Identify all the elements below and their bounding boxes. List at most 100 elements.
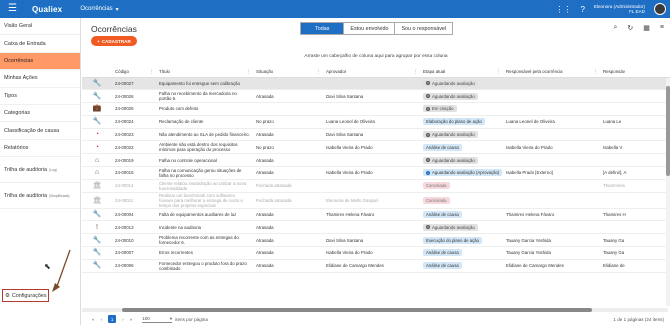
column-header-aprovador[interactable]: Aprovador ⋮ bbox=[323, 66, 420, 78]
table-row[interactable]: 🏛 24-00014 Cliente relatou insatisfação ao… bbox=[82, 179, 670, 193]
chevron-down-icon: ▾ bbox=[169, 315, 173, 321]
table-row[interactable]: 🔧 24-00007 Erros recorrentes Atrasada Isabel… bbox=[82, 246, 670, 260]
configuracoes-button[interactable]: ⚙ Configurações bbox=[2, 289, 49, 302]
table-row[interactable]: 🔧 24-00010 Problema recorrente com as entr… bbox=[82, 233, 670, 248]
calendar-icon[interactable]: ▦ bbox=[643, 24, 650, 32]
cell-approver: Isabella Vieira do Prado bbox=[323, 246, 420, 260]
horizontal-scrollbar[interactable] bbox=[82, 308, 668, 312]
column-header-responsavel[interactable]: Responsável pela ocorrência ⋮ bbox=[503, 66, 600, 78]
gear-icon: ⚙ bbox=[5, 292, 10, 299]
cell-code: 24-00010 bbox=[112, 233, 156, 248]
page-number-button[interactable]: 1 bbox=[108, 315, 117, 323]
table-row[interactable]: ◔ 24-00023 Não atendimento ao SLA de pedid… bbox=[82, 128, 670, 142]
cell-code: 24-00014 bbox=[112, 179, 156, 193]
user-org: FL EAD bbox=[629, 9, 645, 14]
filter-tabs: Todas Estou envolvido Sou o responsável bbox=[300, 22, 454, 35]
search-icon[interactable]: ⌕ bbox=[613, 24, 617, 32]
cell-responsible-2: Tauany Ga bbox=[600, 233, 670, 248]
page-title: Ocorrências bbox=[91, 24, 137, 34]
cell-code: 24-00011 bbox=[112, 192, 156, 209]
cell-responsible: Isabella Vieira do Prado bbox=[503, 140, 600, 155]
table-row[interactable]: ⌂ 24-00015 Falha na comunicação gerou situ… bbox=[82, 166, 670, 180]
cell-responsible-2 bbox=[600, 220, 670, 235]
vertical-scrollbar[interactable] bbox=[666, 78, 670, 306]
cell-approver: Thamires Helena Fávaro bbox=[323, 208, 420, 222]
cell-situation: Atrasada bbox=[253, 208, 323, 222]
apps-grid-icon[interactable]: ⋮⋮ bbox=[555, 5, 571, 14]
plus-icon: + bbox=[97, 38, 100, 44]
filter-icon[interactable]: ≡ bbox=[660, 24, 664, 32]
table-row[interactable]: 💼 24-00025 Produto com defeito ⏱ Em criação bbox=[82, 102, 670, 116]
group-panel-hint[interactable]: Arraste um cabeçalho de coluna aqui para… bbox=[82, 54, 670, 59]
cell-situation: Atrasada bbox=[253, 166, 323, 180]
tab-estou-envolvido[interactable]: Estou envolvido bbox=[344, 23, 396, 34]
cell-code: 24-00025 bbox=[112, 102, 156, 116]
cell-title: Falha no controle operacional bbox=[156, 153, 253, 168]
table-row[interactable]: 🔧 24-00024 Reclamação de cliente No prazo Lu… bbox=[82, 115, 670, 129]
column-header-situacao[interactable]: Situação ⋮ bbox=[253, 66, 323, 78]
table-row[interactable]: ⌂ 24-00019 Falha no controle operacional At… bbox=[82, 153, 670, 168]
table-row[interactable]: ! 24-00013 Incidente na auditoria Atrasada ⏱… bbox=[82, 220, 670, 235]
prev-page-icon[interactable]: ‹ bbox=[101, 317, 103, 322]
home-icon: ⌂ bbox=[82, 153, 112, 168]
column-header-etapa[interactable]: Etapa atual ⋮ bbox=[420, 66, 503, 78]
cell-situation: No prazo bbox=[253, 140, 323, 155]
chevron-down-icon: ▾ bbox=[115, 6, 119, 13]
bank-icon: 🏛 bbox=[82, 192, 112, 209]
cell-responsible: Elidiane de Camargo Mendes bbox=[503, 259, 600, 273]
cell-responsible-2: Tauany Ga bbox=[600, 246, 670, 260]
table-row[interactable]: 🏛 24-00011 Realizar um benchmark com softw… bbox=[82, 192, 670, 209]
cell-approver: Davi Silva Santana bbox=[323, 89, 420, 104]
cell-stage: ⏱ Aguardando avaliação bbox=[420, 89, 503, 104]
scrollbar-thumb[interactable] bbox=[122, 308, 592, 312]
top-bar: ☰ Qualiex Ocorrências ▾ ⋮⋮ ? Eleonora (A… bbox=[0, 0, 670, 18]
cell-title: Incidente na auditoria bbox=[156, 220, 253, 235]
cell-responsible-2: Luana Le bbox=[600, 115, 670, 129]
tab-todas[interactable]: Todas bbox=[301, 23, 345, 34]
scrollbar-thumb[interactable] bbox=[666, 86, 670, 176]
wrench-icon: 🔧 bbox=[82, 259, 112, 273]
cell-responsible: Thamires Helena Fávaro bbox=[503, 208, 600, 222]
column-header-responsavel-2[interactable]: Responsáv bbox=[600, 66, 670, 78]
cell-code: 24-00015 bbox=[112, 166, 156, 180]
refresh-icon[interactable]: ↻ bbox=[627, 24, 633, 32]
avatar[interactable] bbox=[654, 3, 666, 15]
help-icon[interactable]: ? bbox=[580, 5, 584, 14]
table-row[interactable]: 🔧 24-00004 Falta de equipamentos auxiliare… bbox=[82, 208, 670, 222]
cell-responsible-2: Elidiane de bbox=[600, 259, 670, 273]
table-row[interactable]: ◔ 24-00022 Ambiente não está dentro dos re… bbox=[82, 140, 670, 155]
cadastrar-button[interactable]: + CADASTRAR bbox=[91, 36, 137, 46]
page-size-select[interactable]: 100 ▾ bbox=[142, 315, 173, 323]
info-icon: i bbox=[426, 170, 430, 175]
cell-title: Erros recorrentes bbox=[156, 246, 253, 260]
cadastrar-label: CADASTRAR bbox=[101, 38, 131, 44]
cell-code: 24-00013 bbox=[112, 220, 156, 235]
table-row[interactable]: 🔧 24-00027 Equipamento foi entregue sem ca… bbox=[82, 77, 670, 91]
status-badge: Análise de causa bbox=[423, 143, 462, 151]
status-badge: Elaboração do plano de ação bbox=[423, 118, 485, 126]
cell-responsible: Isabella Prado [Externo] bbox=[503, 166, 600, 180]
table-row[interactable]: 🔧 24-00026 Falha no recebimento da mercado… bbox=[82, 89, 670, 104]
cell-responsible-2 bbox=[600, 192, 670, 209]
cell-stage: Análise de causa bbox=[420, 208, 503, 222]
tab-sou-responsavel[interactable]: Sou o responsável bbox=[395, 23, 453, 34]
configuracoes-label: Configurações bbox=[11, 292, 47, 299]
status-clock-icon: ⏱ bbox=[426, 94, 430, 99]
cell-title: Falta de equipamentos auxiliares de luz bbox=[156, 208, 253, 222]
cell-title: Não atendimento ao SLA de pedido finance… bbox=[156, 128, 253, 142]
cell-code: 24-00004 bbox=[112, 208, 156, 222]
cell-title: Reclamação de cliente bbox=[156, 115, 253, 129]
toolbar: ⌕ ↻ ▦ ≡ bbox=[613, 24, 664, 32]
cell-stage: ⏱ Aguardando avaliação bbox=[420, 128, 503, 142]
cell-situation: Fechada atrasada bbox=[253, 179, 323, 193]
table-row[interactable]: 🔧 24-00006 Fornecedor entregou o produto f… bbox=[82, 259, 670, 273]
user-info[interactable]: Eleonora (Administrador) FL EAD bbox=[594, 4, 645, 15]
column-header-titulo[interactable]: Título ⋮ bbox=[156, 66, 253, 78]
cell-approver bbox=[323, 153, 420, 168]
first-page-icon[interactable]: « bbox=[92, 317, 95, 322]
last-page-icon[interactable]: » bbox=[130, 317, 133, 322]
cell-code: 24-00007 bbox=[112, 246, 156, 260]
status-badge: ⏱ Aguardando avaliação bbox=[423, 92, 478, 100]
column-header-codigo[interactable]: Código ⋮ bbox=[112, 66, 156, 78]
next-page-icon[interactable]: › bbox=[122, 317, 124, 322]
